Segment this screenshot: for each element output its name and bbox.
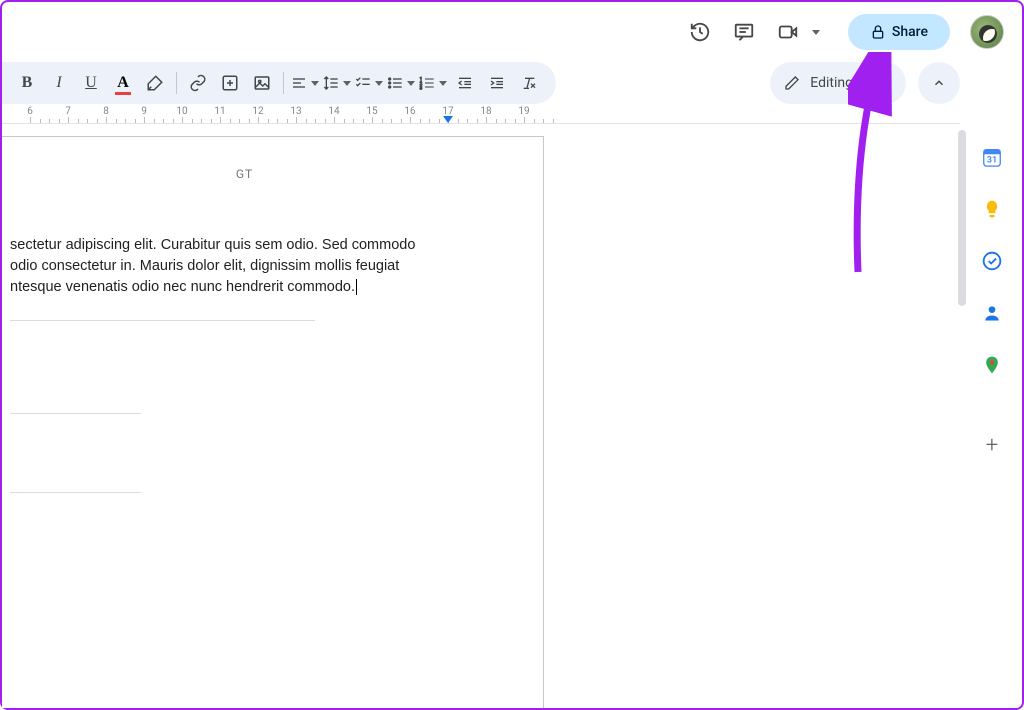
meet-video-icon[interactable]: [768, 12, 808, 52]
document-header[interactable]: GT: [10, 167, 479, 181]
numbered-list-button[interactable]: 123: [418, 68, 448, 98]
divider-line: [10, 492, 141, 493]
bold-button[interactable]: B: [12, 68, 42, 98]
increase-indent-button[interactable]: [482, 68, 512, 98]
body-line: ntesque venenatis odio nec nunc hendreri…: [10, 279, 355, 295]
decrease-indent-button[interactable]: [450, 68, 480, 98]
version-history-icon[interactable]: [680, 12, 720, 52]
tasks-icon[interactable]: [981, 250, 1003, 272]
text-cursor: [356, 279, 357, 295]
highlight-button[interactable]: [140, 68, 170, 98]
divider-line: [10, 320, 315, 321]
pencil-icon: [784, 75, 800, 91]
bulleted-list-button[interactable]: [386, 68, 416, 98]
text-color-button[interactable]: A: [108, 68, 138, 98]
ruler-label: 11: [214, 106, 225, 117]
collapse-toolbar-button[interactable]: [918, 62, 960, 104]
account-avatar[interactable]: [970, 15, 1004, 49]
divider-line: [10, 413, 141, 414]
body-line: odio consectetur in. Mauris dolor elit, …: [10, 258, 399, 274]
editing-mode-button[interactable]: Editing: [770, 62, 906, 104]
svg-text:3: 3: [420, 86, 423, 91]
chevron-up-icon: [932, 76, 946, 90]
ruler-label: 15: [366, 106, 377, 117]
calendar-icon[interactable]: 31: [981, 146, 1003, 168]
vertical-scrollbar[interactable]: [958, 130, 966, 306]
side-panel: 31 +: [962, 124, 1022, 708]
ruler-label: 13: [290, 106, 301, 117]
ruler-label: 9: [141, 106, 147, 117]
maps-icon[interactable]: [981, 354, 1003, 376]
keep-icon[interactable]: [981, 198, 1003, 220]
ruler-label: 10: [176, 106, 187, 117]
lock-icon: [870, 24, 886, 40]
formatting-toolbar: B I U A: [2, 62, 556, 104]
right-indent-marker[interactable]: [443, 116, 453, 123]
insert-image-button[interactable]: [247, 68, 277, 98]
ruler-label: 8: [103, 106, 109, 117]
document-body[interactable]: sectetur adipiscing elit. Curabitur quis…: [10, 235, 479, 493]
svg-text:31: 31: [987, 156, 997, 166]
toolbar-row: B I U A: [2, 62, 1022, 104]
add-comment-button[interactable]: [215, 68, 245, 98]
horizontal-ruler[interactable]: 678910111213141516171819: [2, 104, 960, 124]
share-label: Share: [892, 24, 928, 40]
ruler-label: 18: [480, 106, 491, 117]
ruler-label: 12: [252, 106, 263, 117]
header-bar: Share: [2, 2, 1022, 62]
meet-dropdown-caret[interactable]: [812, 30, 820, 35]
ruler-label: 19: [518, 106, 529, 117]
ruler-label: 14: [328, 106, 339, 117]
insert-link-button[interactable]: [183, 68, 213, 98]
ruler-label: 6: [27, 106, 33, 117]
body-line: sectetur adipiscing elit. Curabitur quis…: [10, 237, 415, 253]
editing-mode-label: Editing: [810, 75, 853, 91]
ruler-label: 7: [65, 106, 71, 117]
document-page[interactable]: GT sectetur adipiscing elit. Curabitur q…: [2, 136, 544, 708]
checklist-button[interactable]: [354, 68, 384, 98]
comments-icon[interactable]: [724, 12, 764, 52]
ruler-label: 16: [404, 106, 415, 117]
clear-formatting-button[interactable]: [514, 68, 544, 98]
contacts-icon[interactable]: [981, 302, 1003, 324]
share-button[interactable]: Share: [848, 14, 950, 50]
line-spacing-button[interactable]: [322, 68, 352, 98]
document-viewport[interactable]: GT sectetur adipiscing elit. Curabitur q…: [2, 124, 962, 708]
add-on-plus-icon[interactable]: +: [981, 434, 1003, 456]
italic-button[interactable]: I: [44, 68, 74, 98]
underline-button[interactable]: U: [76, 68, 106, 98]
editing-mode-caret[interactable]: [884, 81, 892, 86]
align-button[interactable]: [290, 68, 320, 98]
